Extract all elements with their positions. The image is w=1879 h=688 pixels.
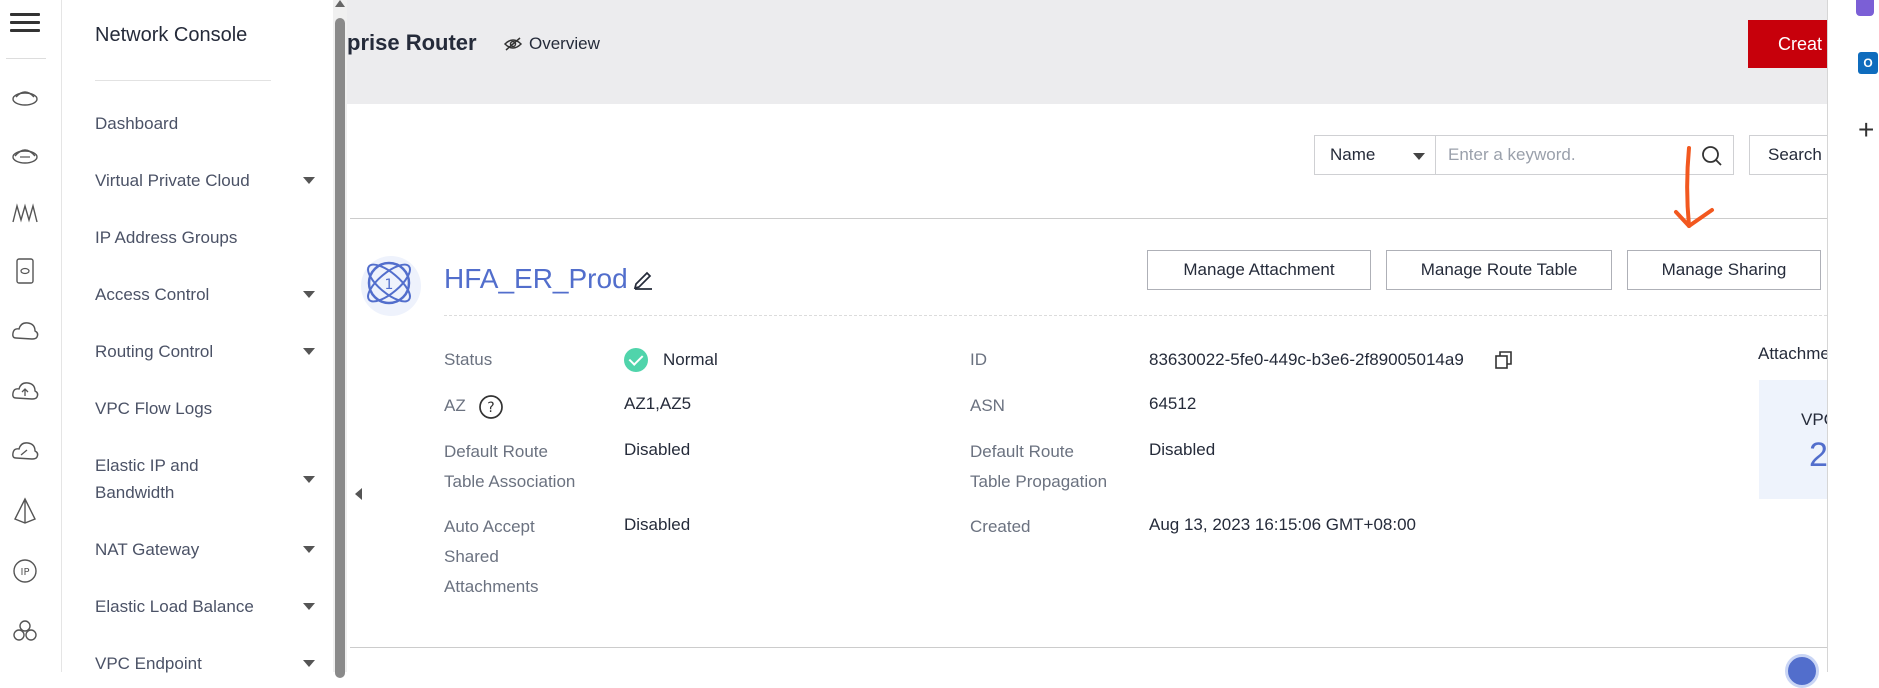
ip-icon[interactable]: IP (10, 556, 40, 586)
caret-down-icon (1413, 153, 1425, 160)
svg-text:1: 1 (385, 277, 394, 293)
status-ok-icon (624, 348, 648, 372)
caret-down-icon (303, 546, 315, 553)
cloud-router-icon[interactable] (10, 140, 40, 170)
sidebar-item-vpc-flow-logs[interactable]: VPC Flow Logs (95, 395, 315, 422)
svg-text:?: ? (487, 400, 494, 416)
sidebar: Network Console Dashboard Virtual Privat… (62, 0, 332, 673)
eye-off-icon (503, 37, 523, 51)
status-label: Status (444, 350, 493, 369)
rail-divider (6, 58, 46, 59)
annotation-arrow-icon (1674, 146, 1714, 228)
default-route-propagation-label: Default Route Table Propagation (970, 442, 1108, 491)
sidebar-item-label: VPC Endpoint (95, 654, 202, 673)
id-label: ID (970, 350, 987, 369)
page-title: prise Router (347, 30, 477, 55)
overview-link[interactable]: Overview (503, 34, 600, 54)
browser-side-panel: O + (1827, 0, 1879, 672)
caret-down-icon (303, 603, 315, 610)
search-input[interactable] (1446, 144, 1680, 166)
sidebar-item-vpc-endpoint[interactable]: VPC Endpoint (95, 650, 315, 677)
asn-label: ASN (970, 396, 1005, 415)
sidebar-scrollbar[interactable] (333, 0, 347, 678)
card-divider (444, 315, 1827, 316)
server-icon[interactable] (10, 256, 40, 286)
copy-icon[interactable] (1494, 350, 1514, 370)
default-route-association-label: Default Route Table Association (444, 442, 576, 491)
router-icon[interactable] (10, 82, 40, 112)
caret-down-icon (303, 348, 315, 355)
filter-value: Name (1330, 145, 1376, 164)
help-icon[interactable]: ? (478, 394, 504, 420)
caret-down-icon (303, 177, 315, 184)
sidebar-item-label: Elastic Load Balance (95, 597, 254, 616)
sidebar-item-routing-control[interactable]: Routing Control (95, 338, 315, 365)
sidebar-item-label: Routing Control (95, 342, 214, 361)
manage-sharing-button[interactable]: Manage Sharing (1627, 250, 1821, 290)
search-button[interactable]: Search (1749, 135, 1829, 175)
sidebar-item-label: NAT Gateway (95, 540, 200, 559)
sidebar-item-nat-gateway[interactable]: NAT Gateway (95, 536, 315, 563)
add-icon[interactable]: + (1858, 116, 1874, 144)
vpc-attachment-card[interactable]: VPC 2 (1759, 380, 1836, 499)
copilot-icon[interactable] (1856, 0, 1874, 16)
created-label: Created (970, 517, 1031, 536)
az-value: AZ1,AZ5 (624, 394, 692, 413)
sidebar-item-label: Access Control (95, 285, 210, 304)
cloud-speed-icon[interactable] (10, 436, 40, 466)
manage-route-table-button[interactable]: Manage Route Table (1386, 250, 1612, 290)
cloud-upload-icon[interactable] (10, 376, 40, 406)
menu-icon[interactable] (10, 8, 40, 38)
icon-rail: IP (0, 0, 62, 672)
default-route-propagation-value: Disabled (1149, 440, 1216, 459)
sidebar-item-elastic-ip-bandwidth[interactable]: Elastic IP and Bandwidth (95, 452, 315, 506)
filter-select[interactable]: Name (1314, 135, 1435, 175)
asn-value: 64512 (1149, 394, 1197, 413)
svg-text:IP: IP (21, 567, 30, 578)
manage-attachment-button[interactable]: Manage Attachment (1147, 250, 1371, 290)
toolbar-divider (350, 218, 1827, 219)
balance-icon[interactable] (10, 496, 40, 526)
cloud-icon[interactable] (10, 316, 40, 346)
sidebar-item-label: Elastic IP and Bandwidth (95, 456, 199, 502)
auto-accept-label: Auto Accept Shared Attachments (444, 517, 539, 596)
default-route-association-value: Disabled (624, 440, 691, 459)
scroll-up-icon[interactable] (335, 0, 345, 7)
caret-down-icon (303, 476, 315, 483)
floating-help-button[interactable] (1785, 654, 1819, 688)
scrollbar-thumb[interactable] (335, 18, 345, 678)
outlook-icon[interactable]: O (1858, 52, 1878, 74)
router-logo-icon: 1 (355, 250, 425, 320)
cluster-icon[interactable] (10, 616, 40, 646)
id-value: 83630022-5fe0-449c-b3e6-2f89005014a9 (1149, 350, 1464, 369)
sidebar-divider (95, 80, 271, 81)
vpc-count: 2 (1809, 436, 1828, 474)
sidebar-item-label: IP Address Groups (95, 228, 238, 247)
sidebar-item-label: VPC Flow Logs (95, 399, 213, 418)
caret-down-icon (303, 291, 315, 298)
edit-icon[interactable] (632, 268, 654, 290)
attachments-label: Attachme (1758, 344, 1830, 363)
sidebar-item-dashboard[interactable]: Dashboard (95, 110, 315, 137)
created-value: Aug 13, 2023 16:15:06 GMT+08:00 (1149, 515, 1417, 534)
sidebar-item-label: Virtual Private Cloud (95, 171, 250, 190)
sidebar-item-virtual-private-cloud[interactable]: Virtual Private Cloud (95, 167, 315, 194)
caret-down-icon (303, 660, 315, 667)
router-name-link[interactable]: HFA_ER_Prod (444, 263, 628, 295)
az-label: AZ (444, 396, 466, 415)
page-header: prise Router Overview Creat (347, 0, 1848, 104)
sidebar-item-ip-address-groups[interactable]: IP Address Groups (95, 224, 315, 251)
network-icon[interactable] (10, 198, 40, 228)
sidebar-item-elastic-load-balance[interactable]: Elastic Load Balance (95, 593, 315, 620)
sidebar-item-access-control[interactable]: Access Control (95, 281, 315, 308)
collapse-sidebar-icon[interactable] (355, 488, 362, 500)
sidebar-title: Network Console (95, 24, 248, 46)
card-bottom-divider (350, 647, 1827, 648)
status-value: Normal (663, 350, 718, 369)
sidebar-item-label: Dashboard (95, 114, 179, 133)
auto-accept-value: Disabled (624, 515, 691, 534)
overview-label: Overview (529, 34, 600, 53)
